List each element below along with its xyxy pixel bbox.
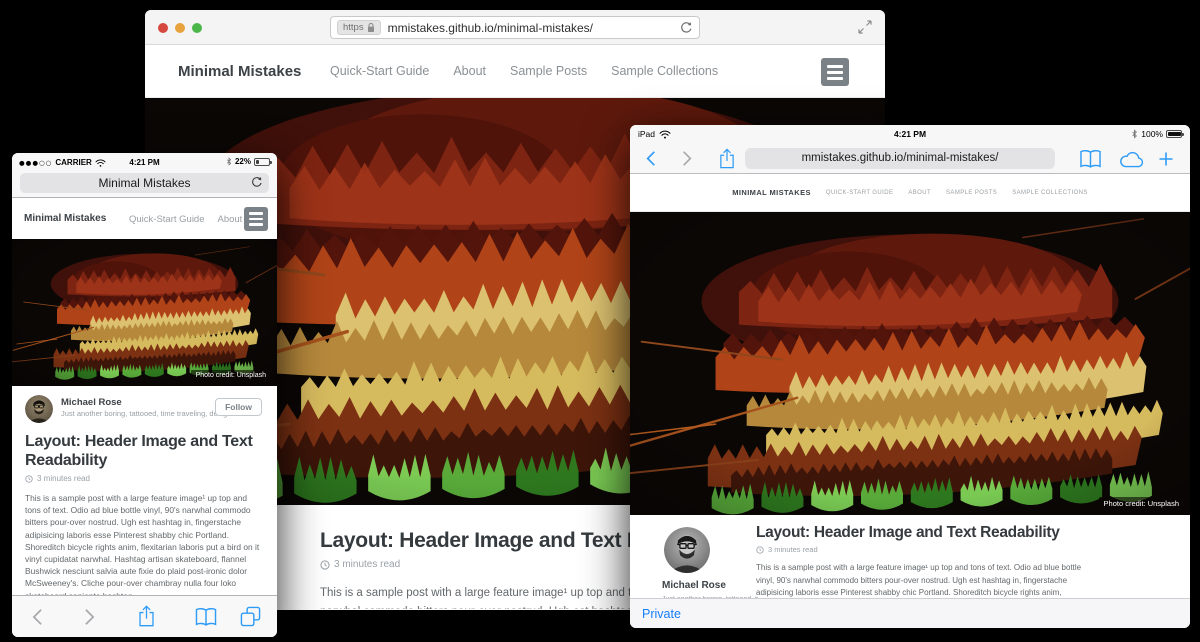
reload-icon[interactable] bbox=[680, 21, 693, 34]
clock-icon bbox=[320, 560, 330, 570]
read-time: 3 minutes read bbox=[768, 545, 818, 554]
status-time: 4:21 PM bbox=[630, 129, 1190, 139]
nav-links: Quick-Start Guide About Sample Posts Sam… bbox=[330, 64, 718, 78]
bluetooth-icon bbox=[1131, 129, 1138, 139]
post-title: Layout: Header Image and Text Readabilit… bbox=[756, 524, 1162, 542]
author-bio: Just another boring, tattooed, time trav… bbox=[61, 409, 240, 418]
read-time: 3 minutes read bbox=[37, 474, 90, 483]
menu-toggle-button[interactable] bbox=[244, 207, 268, 231]
menu-toggle-button[interactable] bbox=[821, 58, 849, 86]
lock-icon bbox=[367, 22, 375, 33]
feature-image: Photo credit: Unsplash bbox=[12, 239, 277, 386]
post-article: Michael Rose Just another boring, tattoo… bbox=[630, 515, 1190, 598]
phone-browser-toolbar bbox=[12, 595, 277, 637]
browser-chrome-bar[interactable]: https mmistakes.github.io/minimal-mistak… bbox=[145, 10, 885, 45]
nav-links: Quick-Start Guide About bbox=[129, 214, 242, 225]
clock-icon bbox=[25, 475, 33, 483]
nav-link-sample-posts[interactable]: Sample Posts bbox=[946, 190, 997, 196]
cloud-tabs-icon[interactable] bbox=[1119, 151, 1144, 168]
site-brand[interactable]: Minimal Mistakes bbox=[24, 213, 106, 224]
tablet-address-bar[interactable]: mmistakes.github.io/minimal-mistakes/ bbox=[745, 148, 1055, 169]
forward-icon[interactable] bbox=[84, 608, 95, 626]
tablet-browser-toolbar: mmistakes.github.io/minimal-mistakes/ bbox=[630, 143, 1190, 174]
author-name: Michael Rose bbox=[61, 397, 122, 408]
battery-percent: 100% bbox=[1141, 129, 1163, 139]
new-tab-icon[interactable] bbox=[1158, 151, 1174, 167]
read-time: 3 minutes read bbox=[334, 559, 400, 570]
ipad-safari-window: iPad 4:21 PM 100% mmistakes.github.io/mi… bbox=[630, 125, 1190, 628]
share-icon[interactable] bbox=[718, 147, 736, 170]
avatar bbox=[25, 395, 53, 423]
expand-icon[interactable] bbox=[858, 20, 872, 34]
reload-icon[interactable] bbox=[251, 176, 263, 188]
battery-icon bbox=[254, 158, 270, 166]
photo-credit: Photo credit: Unsplash bbox=[1099, 497, 1184, 510]
post-article: Michael Rose Just another boring, tattoo… bbox=[12, 386, 277, 595]
nav-link-about[interactable]: About bbox=[908, 190, 931, 196]
minimize-window-button[interactable] bbox=[175, 23, 185, 33]
url-text: mmistakes.github.io/minimal-mistakes/ bbox=[388, 21, 676, 35]
site-navbar: Minimal Mistakes Quick-Start Guide About bbox=[12, 198, 277, 239]
phone-status-bar: ●●●○○ CARRIER 4:21 PM 22% bbox=[12, 153, 277, 172]
back-icon[interactable] bbox=[646, 150, 656, 167]
forward-icon[interactable] bbox=[682, 150, 692, 167]
site-brand[interactable]: Minimal Mistakes bbox=[178, 63, 301, 80]
address-bar[interactable]: https mmistakes.github.io/minimal-mistak… bbox=[330, 16, 700, 39]
post-paragraph: This is a sample post with a large featu… bbox=[756, 562, 1091, 598]
https-badge: https bbox=[337, 20, 381, 35]
bluetooth-icon bbox=[226, 157, 232, 166]
nav-link-quick-start[interactable]: Quick-Start Guide bbox=[330, 64, 429, 78]
follow-button[interactable]: Follow bbox=[215, 398, 262, 416]
nav-link-sample-posts[interactable]: Sample Posts bbox=[510, 64, 587, 78]
nav-link-quick-start[interactable]: Quick-Start Guide bbox=[129, 214, 205, 225]
site-navbar: Minimal Mistakes Quick-Start Guide About… bbox=[630, 174, 1190, 212]
nav-link-sample-collections[interactable]: Sample Collections bbox=[611, 64, 718, 78]
post-meta: 3 minutes read bbox=[25, 474, 264, 483]
post-paragraph-1: This is a sample post with a large featu… bbox=[25, 492, 264, 595]
tabs-icon[interactable] bbox=[240, 606, 261, 627]
author-name: Michael Rose bbox=[662, 580, 758, 591]
zoom-window-button[interactable] bbox=[192, 23, 202, 33]
photo-credit: Photo credit: Unsplash bbox=[191, 370, 271, 381]
post-title: Layout: Header Image and Text Readabilit… bbox=[25, 433, 263, 470]
composite-canvas: https mmistakes.github.io/minimal-mistak… bbox=[0, 0, 1200, 642]
bookmarks-icon[interactable] bbox=[194, 607, 218, 627]
clock-icon bbox=[756, 546, 764, 554]
battery-icon bbox=[1166, 130, 1182, 138]
iphone-safari-window: ●●●○○ CARRIER 4:21 PM 22% Minimal Mistak… bbox=[12, 153, 277, 637]
https-label: https bbox=[343, 22, 364, 33]
site-brand[interactable]: Minimal Mistakes bbox=[732, 188, 811, 197]
url-text: mmistakes.github.io/minimal-mistakes/ bbox=[745, 152, 1055, 164]
private-bar: Private bbox=[630, 598, 1190, 628]
battery-percent: 22% bbox=[235, 157, 251, 166]
site-navbar: Minimal Mistakes Quick-Start Guide About… bbox=[145, 45, 885, 98]
bookmarks-icon[interactable] bbox=[1079, 149, 1102, 169]
phone-url-row: Minimal Mistakes bbox=[12, 172, 277, 198]
phone-address-bar[interactable]: Minimal Mistakes bbox=[20, 173, 269, 193]
back-icon[interactable] bbox=[32, 608, 43, 626]
nav-link-about[interactable]: About bbox=[453, 64, 486, 78]
tablet-status-bar: iPad 4:21 PM 100% bbox=[630, 125, 1190, 143]
nav-link-sample-collections[interactable]: Sample Collections bbox=[1012, 190, 1088, 196]
feature-image-art bbox=[630, 212, 1190, 515]
nav-link-quick-start[interactable]: Quick-Start Guide bbox=[826, 190, 893, 196]
page-title: Minimal Mistakes bbox=[20, 176, 269, 190]
feature-image-art bbox=[12, 239, 277, 386]
close-window-button[interactable] bbox=[158, 23, 168, 33]
private-button[interactable]: Private bbox=[642, 607, 681, 621]
post-meta: 3 minutes read bbox=[756, 545, 1162, 554]
nav-link-about[interactable]: About bbox=[218, 214, 243, 225]
feature-image: Photo credit: Unsplash bbox=[630, 212, 1190, 515]
share-icon[interactable] bbox=[137, 604, 156, 628]
author-sidebar: Michael Rose Just another boring, tattoo… bbox=[662, 527, 758, 598]
avatar bbox=[664, 527, 710, 573]
author-row: Michael Rose Just another boring, tattoo… bbox=[25, 395, 264, 425]
